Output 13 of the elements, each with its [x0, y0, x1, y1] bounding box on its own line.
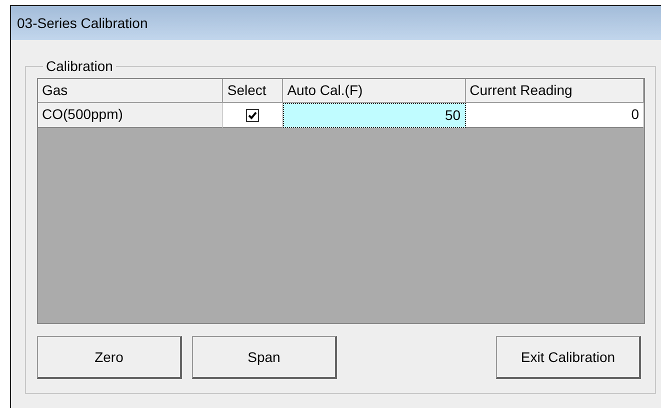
group-title: Calibration — [45, 58, 114, 74]
column-header[interactable]: Auto Cal.(F) — [283, 79, 466, 103]
zero-button[interactable]: Zero — [37, 336, 182, 379]
exit-calibration-button[interactable]: Exit Calibration — [496, 336, 641, 379]
auto-cal-cell[interactable]: 50 — [283, 103, 466, 128]
window-title: 03-Series Calibration — [17, 15, 148, 31]
column-header[interactable]: Select — [223, 79, 284, 103]
span-button[interactable]: Span — [192, 336, 337, 379]
table-cell: CO(500ppm) — [38, 103, 224, 128]
select-checkbox[interactable] — [246, 108, 260, 122]
column-header[interactable]: Current Reading — [466, 79, 644, 103]
table-cell: 0 — [466, 103, 644, 128]
column-header[interactable]: Gas — [38, 79, 224, 103]
